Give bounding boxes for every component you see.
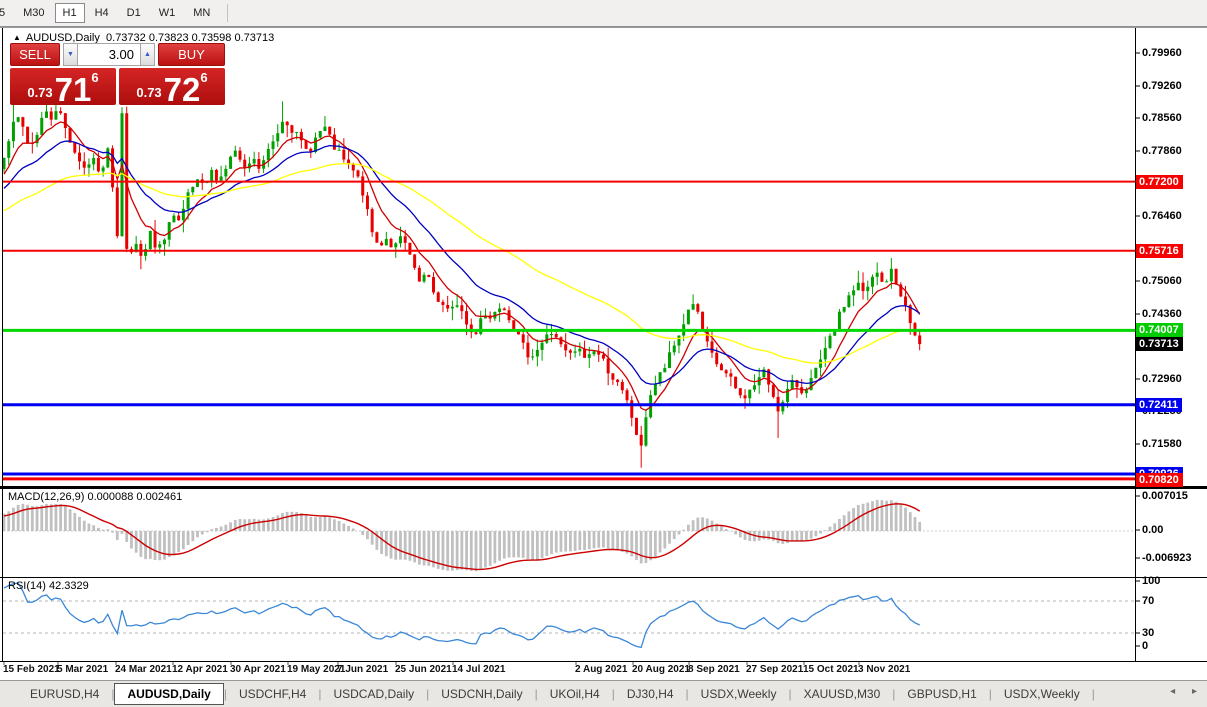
chart-tab-usdcad-daily[interactable]: USDCAD,Daily [321, 684, 426, 704]
price-axis-label: 0.71580 [1142, 438, 1182, 450]
time-axis-label: 27 Sep 2021 [746, 664, 804, 675]
buy-price-small: 0.73 [136, 85, 162, 100]
price-axis-label: 0.75060 [1142, 275, 1182, 287]
sell-price-small: 0.73 [27, 85, 53, 100]
chart-tab-eurusd-h4[interactable]: EURUSD,H4 [18, 684, 111, 704]
trade-panel-prices: 0.73 71 6 0.73 72 6 [10, 68, 225, 108]
price-line-badge: 0.70820 [1136, 473, 1183, 487]
trade-panel: SELL ▼ ▲ BUY 0.73 71 6 0.73 72 6 [10, 43, 225, 108]
rsi-panel-lines [3, 600, 1134, 634]
price-line-badge: 0.77200 [1136, 175, 1183, 189]
panel-borders[interactable] [0, 27, 1207, 663]
time-axis-label: 15 Oct 2021 [803, 664, 859, 675]
trade-panel-controls: SELL ▼ ▲ BUY [10, 43, 225, 66]
price-axis-label: 0.00 [1142, 524, 1164, 536]
chart-tab-dj30-h4[interactable]: DJ30,H4 [615, 684, 686, 704]
buy-price-sup: 6 [200, 70, 208, 85]
chart-tab-gbpusd-h1[interactable]: GBPUSD,H1 [895, 684, 988, 704]
price-axis-label: 0.74360 [1142, 308, 1182, 320]
candles-layer [3, 97, 922, 468]
price-axis-label: 0.76460 [1142, 210, 1182, 222]
volume-input[interactable] [78, 43, 140, 66]
time-axis-label: 14 Jul 2021 [452, 664, 506, 675]
chart-tab-usdchf-h4[interactable]: USDCHF,H4 [227, 684, 318, 704]
price-axis-label: 0.79960 [1142, 47, 1182, 59]
buy-price-display[interactable]: 0.73 72 6 [119, 68, 225, 108]
time-axis-label: 8 Sep 2021 [688, 664, 740, 675]
price-line-badge: 0.72411 [1136, 398, 1183, 412]
price-axis-label: 0.72960 [1142, 373, 1182, 385]
price-axis-label: 0.79260 [1142, 80, 1182, 92]
time-axis-label: 15 Feb 2021 [3, 664, 60, 675]
rsi-line [3, 582, 920, 649]
tab-scroll-right-icon[interactable]: ▸ [1192, 686, 1197, 697]
time-axis-label: 5 Mar 2021 [57, 664, 109, 675]
chart-tab-xauusd-m30[interactable]: XAUUSD,M30 [792, 684, 893, 704]
price-axis-label: 70 [1142, 595, 1155, 607]
price-axis-label: 0.78560 [1142, 112, 1182, 124]
buy-button[interactable]: BUY [158, 43, 225, 66]
macd-histogram [3, 499, 1134, 572]
rsi-label: RSI(14) 42.3329 [8, 580, 89, 592]
tab-scroll-left-icon[interactable]: ◂ [1170, 686, 1175, 697]
volume-decrease-icon[interactable]: ▼ [63, 43, 78, 66]
time-axis-label: 25 Jun 2021 [395, 664, 452, 675]
time-axis-label: 7 Jun 2021 [337, 664, 389, 675]
horizontal-lines [3, 180, 1135, 481]
time-axis-label: 12 Apr 2021 [172, 664, 228, 675]
sell-price-display[interactable]: 0.73 71 6 [10, 68, 116, 108]
tab-scroll-arrows: ◂ ▸ [1156, 686, 1197, 697]
price-axis-label: 0 [1142, 640, 1149, 652]
chart-tab-ukoil-h4[interactable]: UKOil,H4 [538, 684, 612, 704]
volume-increase-icon[interactable]: ▲ [140, 43, 155, 66]
price-line-badge: 0.74007 [1136, 323, 1183, 337]
price-axis-label: 30 [1142, 627, 1155, 639]
price-line-badge: 0.75716 [1136, 244, 1183, 258]
chart-tab-usdx-weekly[interactable]: USDX,Weekly [992, 684, 1092, 704]
time-axis-label: 20 Aug 2021 [632, 664, 690, 675]
price-axis-label: -0.006923 [1142, 552, 1192, 564]
grid-ticks [3, 52, 1140, 665]
collapse-icon[interactable]: ▲ [13, 33, 21, 42]
sell-price-big: 71 [54, 70, 92, 108]
sell-button[interactable]: SELL [10, 43, 60, 66]
price-axis-label: 100 [1142, 575, 1161, 587]
time-axis-label: 2 Aug 2021 [575, 664, 628, 675]
tab-bar: EURUSD,H4 | AUDUSD,Daily | USDCHF,H4 | USDCAD,… [0, 680, 1207, 707]
time-axis-label: 30 Apr 2021 [230, 664, 286, 675]
chart-tab-audusd-daily[interactable]: AUDUSD,Daily [114, 683, 224, 705]
tab-divider: | [1091, 687, 1095, 701]
chart-tab-usdx-weekly[interactable]: USDX,Weekly [689, 684, 789, 704]
time-axis-label: 3 Nov 2021 [858, 664, 911, 675]
price-axis-label: 0.007015 [1142, 490, 1188, 502]
volume-stepper: ▼ ▲ [63, 43, 155, 66]
page-root: 5M30H1H4D1W1MN ▲AUDUSD,Daily 0.73732 0.7… [0, 0, 1207, 707]
chart-tab-usdcnh-daily[interactable]: USDCNH,Daily [429, 684, 534, 704]
time-axis-label: 24 Mar 2021 [115, 664, 172, 675]
buy-price-big: 72 [163, 70, 201, 108]
macd-label: MACD(12,26,9) 0.000088 0.002461 [8, 491, 183, 503]
price-line-badge: 0.73713 [1136, 337, 1183, 351]
price-axis-label: 0.77860 [1142, 145, 1182, 157]
sell-price-sup: 6 [91, 70, 99, 85]
